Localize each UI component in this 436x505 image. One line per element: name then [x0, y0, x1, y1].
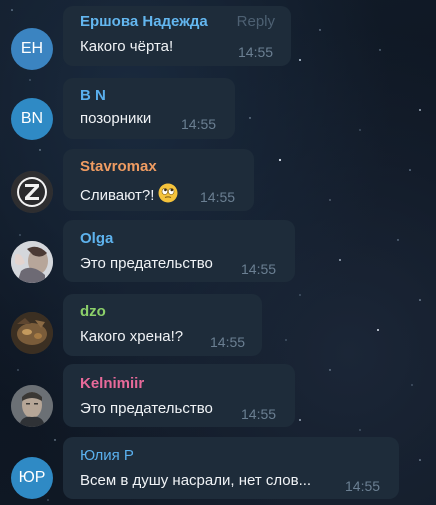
sender-name[interactable]: Ершова Надежда	[80, 13, 208, 30]
message-bubble[interactable]: B N позорники 14:55	[63, 78, 235, 139]
message-text: позорники	[80, 110, 152, 127]
avatar[interactable]	[11, 385, 53, 427]
message-time: 14:55	[210, 334, 246, 350]
message-time: 14:55	[200, 189, 236, 205]
sender-name[interactable]: Юлия Р	[80, 447, 134, 464]
message-text: Это предательство	[80, 255, 213, 272]
sender-name[interactable]: Olga	[80, 230, 113, 247]
rolling-eyes-emoji	[158, 183, 178, 207]
message-bubble[interactable]: Ершова Надежда Reply Какого чёрта! 14:55	[63, 6, 291, 66]
avatar-initials: ЮР	[18, 469, 46, 486]
message-bubble[interactable]: Stavromax Сливают?! 14:55	[63, 149, 254, 211]
message-item[interactable]: dzo Какого хрена!? 14:55	[0, 290, 436, 360]
message-bubble[interactable]: Юлия Р Всем в душу насрали, нет слов... …	[63, 437, 399, 499]
avatar[interactable]: ЕН	[11, 28, 53, 70]
avatar[interactable]: ЮР	[11, 457, 53, 499]
photo-avatar	[11, 385, 53, 427]
avatar[interactable]	[11, 171, 53, 213]
z-logo-icon	[11, 171, 53, 213]
message-text: Всем в душу насрали, нет слов...	[80, 472, 312, 489]
message-text: Сливают?!	[80, 183, 178, 207]
sender-name[interactable]: B N	[80, 87, 106, 104]
avatar[interactable]	[11, 241, 53, 283]
message-text: Какого хрена!?	[80, 328, 184, 345]
message-bubble[interactable]: Kelnimiir Это предательство 14:55	[63, 364, 295, 427]
message-item[interactable]: BN B N позорники 14:55	[0, 72, 436, 142]
message-time: 14:55	[345, 478, 381, 494]
message-time: 14:55	[238, 44, 274, 60]
message-item[interactable]: ЮР Юлия Р Всем в душу насрали, нет слов.…	[0, 434, 436, 505]
message-item[interactable]: Kelnimiir Это предательство 14:55	[0, 362, 436, 432]
message-time: 14:55	[241, 261, 277, 277]
message-time: 14:55	[241, 406, 277, 422]
avatar[interactable]: BN	[11, 98, 53, 140]
photo-avatar	[11, 312, 53, 354]
sender-name[interactable]: Stavromax	[80, 158, 157, 175]
avatar-initials: BN	[20, 110, 44, 127]
message-text-content: Сливают?!	[80, 187, 155, 204]
avatar[interactable]	[11, 312, 53, 354]
photo-avatar	[11, 241, 53, 283]
message-bubble[interactable]: Olga Это предательство 14:55	[63, 220, 295, 282]
message-text: Какого чёрта!	[80, 38, 174, 55]
message-bubble[interactable]: dzo Какого хрена!? 14:55	[63, 294, 262, 356]
sender-name[interactable]: dzo	[80, 303, 106, 320]
sender-name[interactable]: Kelnimiir	[80, 375, 144, 392]
message-time: 14:55	[181, 116, 217, 132]
message-text: Это предательство	[80, 400, 213, 417]
avatar-initials: ЕН	[20, 40, 44, 57]
message-item[interactable]: Stavromax Сливают?! 14:55	[0, 146, 436, 216]
message-item[interactable]: ЕН Ершова Надежда Reply Какого чёрта! 14…	[0, 0, 436, 70]
message-item[interactable]: Olga Это предательство 14:55	[0, 218, 436, 288]
reply-button[interactable]: Reply	[237, 13, 275, 30]
